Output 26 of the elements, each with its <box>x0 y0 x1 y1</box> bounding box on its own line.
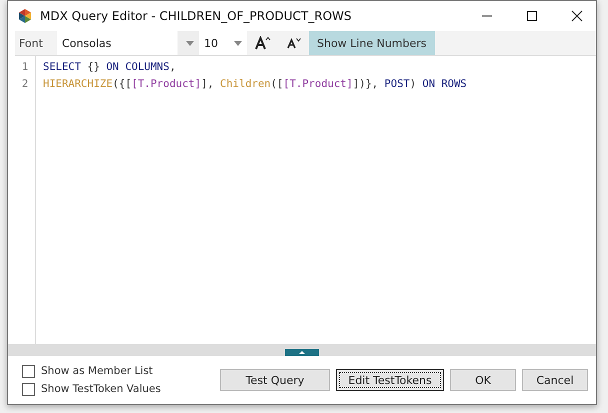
code-line: SELECT {} ON COLUMNS, <box>43 60 177 75</box>
dropdown-caret-icon <box>234 40 242 46</box>
decrease-font-icon[interactable] <box>287 37 301 49</box>
dropdown-caret-icon <box>186 40 194 46</box>
dialog-button[interactable]: Edit TestTokens <box>336 369 444 391</box>
checkbox[interactable] <box>22 364 35 378</box>
app-logo-icon <box>17 8 33 24</box>
font-size-dropdown[interactable]: 10 <box>199 31 247 55</box>
dialog-button[interactable]: Test Query <box>220 369 330 391</box>
line-number: 2 <box>22 77 28 92</box>
collapse-handle-icon[interactable] <box>285 349 319 356</box>
checkbox[interactable] <box>22 382 35 396</box>
maximize-icon[interactable] <box>526 10 538 22</box>
line-number: 1 <box>22 60 28 75</box>
increase-font-icon[interactable] <box>255 36 271 50</box>
dialog-button[interactable]: OK <box>450 369 516 391</box>
font-label: Font <box>18 36 44 50</box>
splitter-bar[interactable] <box>8 344 596 356</box>
font-dropdown[interactable]: Consolas <box>57 31 199 55</box>
close-icon[interactable] <box>571 10 583 22</box>
window-title: MDX Query Editor - CHILDREN_OF_PRODUCT_ROWS <box>40 9 353 23</box>
dialog-button[interactable]: Cancel <box>522 369 588 391</box>
show-line-numbers-toggle[interactable]: Show Line Numbers <box>309 31 435 55</box>
checkbox-label: Show as Member List <box>41 365 153 377</box>
code-line: HIERARCHIZE({[[T.Product]], Children([[T.Product]])}, POST) ON ROWS <box>43 77 467 92</box>
checkbox-label: Show TestToken Values <box>41 383 161 395</box>
